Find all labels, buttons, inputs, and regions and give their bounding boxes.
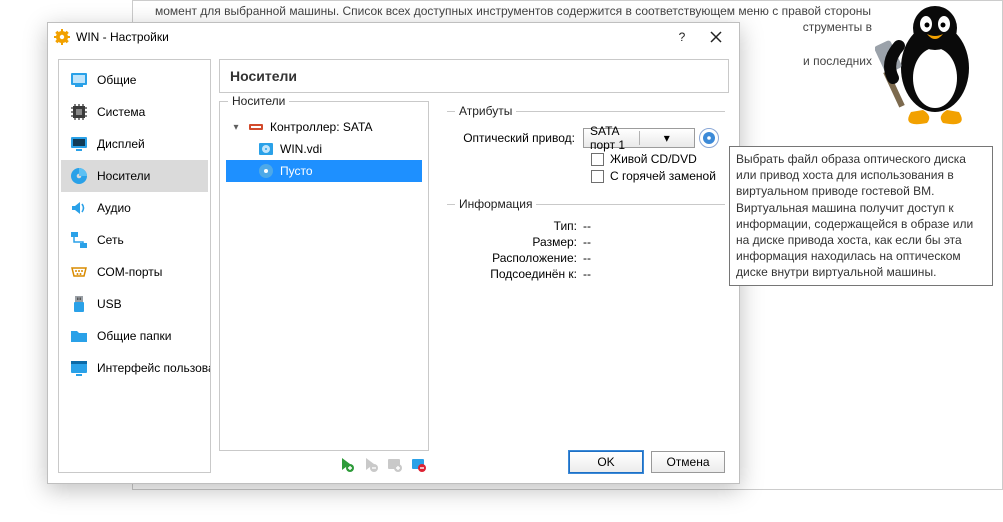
titlebar: WIN - Настройки ? <box>48 23 739 51</box>
sidebar-item-usb[interactable]: USB <box>61 288 208 320</box>
live-cd-checkbox[interactable]: Живой CD/DVD <box>591 152 719 166</box>
sidebar-item-label: Система <box>97 105 145 119</box>
controller-sata-icon <box>248 119 264 135</box>
sidebar-item-serial[interactable]: СОМ-порты <box>61 256 208 288</box>
checkbox-icon <box>591 153 604 166</box>
dialog-buttons: OK Отмена <box>569 451 725 473</box>
tree-empty-drive[interactable]: Пусто <box>226 160 422 182</box>
sidebar-item-ui[interactable]: Интерфейс пользователя <box>61 352 208 384</box>
tree-label: Контроллер: SATA <box>270 120 372 134</box>
tree-controller[interactable]: ▾ Контроллер: SATA <box>226 116 422 138</box>
info-legend: Информация <box>455 197 536 211</box>
checkbox-icon <box>591 170 604 183</box>
remove-controller-button[interactable] <box>361 455 379 473</box>
sidebar-item-label: Общие папки <box>97 329 171 343</box>
hdd-icon <box>258 141 274 157</box>
page-title-box: Носители <box>219 59 729 93</box>
carriers-legend: Носители <box>228 94 289 108</box>
info-loc-value: -- <box>583 251 591 265</box>
tree-toolbar <box>219 451 429 473</box>
sidebar-item-label: Дисплей <box>97 137 145 151</box>
close-button[interactable] <box>699 26 733 48</box>
disc-small-icon <box>702 131 716 145</box>
sidebar-item-network[interactable]: Сеть <box>61 224 208 256</box>
info-type-value: -- <box>583 219 591 233</box>
info-att-label: Подсоединён к: <box>453 267 583 281</box>
disc-icon <box>69 166 89 186</box>
sidebar-item-general[interactable]: Общие <box>61 64 208 96</box>
cd-icon <box>258 163 274 179</box>
app-gear-icon <box>54 29 70 45</box>
dialog-title: WIN - Настройки <box>76 30 169 44</box>
sidebar-item-label: USB <box>97 297 122 311</box>
sidebar-item-label: Общие <box>97 73 136 87</box>
tree-disk-item[interactable]: WIN.vdi <box>226 138 422 160</box>
chip-icon <box>69 102 89 122</box>
background-text-tail2: и последних <box>803 53 872 69</box>
usb-icon <box>69 294 89 314</box>
info-size-label: Размер: <box>453 235 583 249</box>
background-text-tail1: струменты в <box>803 19 872 35</box>
sidebar-item-label: Аудио <box>97 201 131 215</box>
cancel-button[interactable]: Отмена <box>651 451 725 473</box>
optical-drive-value: SATA порт 1 <box>584 124 639 152</box>
settings-dialog: WIN - Настройки ? Общие Система Дисплей … <box>47 22 740 484</box>
attributes-group: Атрибуты Оптический привод: SATA порт 1 … <box>443 101 729 473</box>
attrs-legend: Атрибуты <box>455 104 516 118</box>
background-text-line1: момент для выбранной машины. Список всех… <box>155 3 992 19</box>
sidebar-item-label: Носители <box>97 169 150 183</box>
display-icon <box>69 134 89 154</box>
network-icon <box>69 230 89 250</box>
info-size-value: -- <box>583 235 591 249</box>
svg-text:?: ? <box>679 30 686 44</box>
info-type-label: Тип: <box>453 219 583 233</box>
add-controller-button[interactable] <box>337 455 355 473</box>
info-att-value: -- <box>583 267 591 281</box>
chevron-down-icon: ▾ <box>639 131 695 145</box>
sidebar-item-display[interactable]: Дисплей <box>61 128 208 160</box>
optical-drive-select[interactable]: SATA порт 1 ▾ <box>583 128 695 148</box>
tree-label: Пусто <box>280 164 313 178</box>
sidebar-item-label: Интерфейс пользователя <box>97 361 211 375</box>
sidebar-item-label: Сеть <box>97 233 124 247</box>
ok-button[interactable]: OK <box>569 451 643 473</box>
add-attachment-button[interactable] <box>385 455 403 473</box>
storage-tree[interactable]: ▾ Контроллер: SATA WIN.vdi Пусто <box>226 116 422 444</box>
info-loc-label: Расположение: <box>453 251 583 265</box>
sidebar-item-audio[interactable]: Аудио <box>61 192 208 224</box>
settings-sidebar: Общие Система Дисплей Носители Аудио Сет… <box>58 59 211 473</box>
cancel-label: Отмена <box>666 455 709 469</box>
optical-drive-label: Оптический привод: <box>453 131 583 145</box>
sidebar-item-shared-folders[interactable]: Общие папки <box>61 320 208 352</box>
sidebar-item-storage[interactable]: Носители <box>61 160 208 192</box>
hot-swap-label: С горячей заменой <box>610 169 716 183</box>
sidebar-item-system[interactable]: Система <box>61 96 208 128</box>
serial-port-icon <box>69 262 89 282</box>
main-panel: Носители Носители ▾ Контроллер: SATA <box>219 59 729 473</box>
remove-attachment-button[interactable] <box>409 455 427 473</box>
carriers-group: Носители ▾ Контроллер: SATA WIN.vdi <box>219 101 429 451</box>
live-cd-label: Живой CD/DVD <box>610 152 697 166</box>
tree-label: WIN.vdi <box>280 142 322 156</box>
ui-icon <box>69 358 89 378</box>
folder-icon <box>69 326 89 346</box>
ok-label: OK <box>597 455 614 469</box>
choose-disk-button[interactable] <box>699 128 719 148</box>
general-icon <box>69 70 89 90</box>
help-button[interactable]: ? <box>665 26 699 48</box>
hot-swap-checkbox[interactable]: С горячей заменой <box>591 169 719 183</box>
sidebar-item-label: СОМ-порты <box>97 265 162 279</box>
page-title: Носители <box>230 68 718 84</box>
choose-disk-tooltip: Выбрать файл образа оптического диска ил… <box>729 146 993 286</box>
audio-icon <box>69 198 89 218</box>
tooltip-text: Выбрать файл образа оптического диска ил… <box>736 152 973 279</box>
